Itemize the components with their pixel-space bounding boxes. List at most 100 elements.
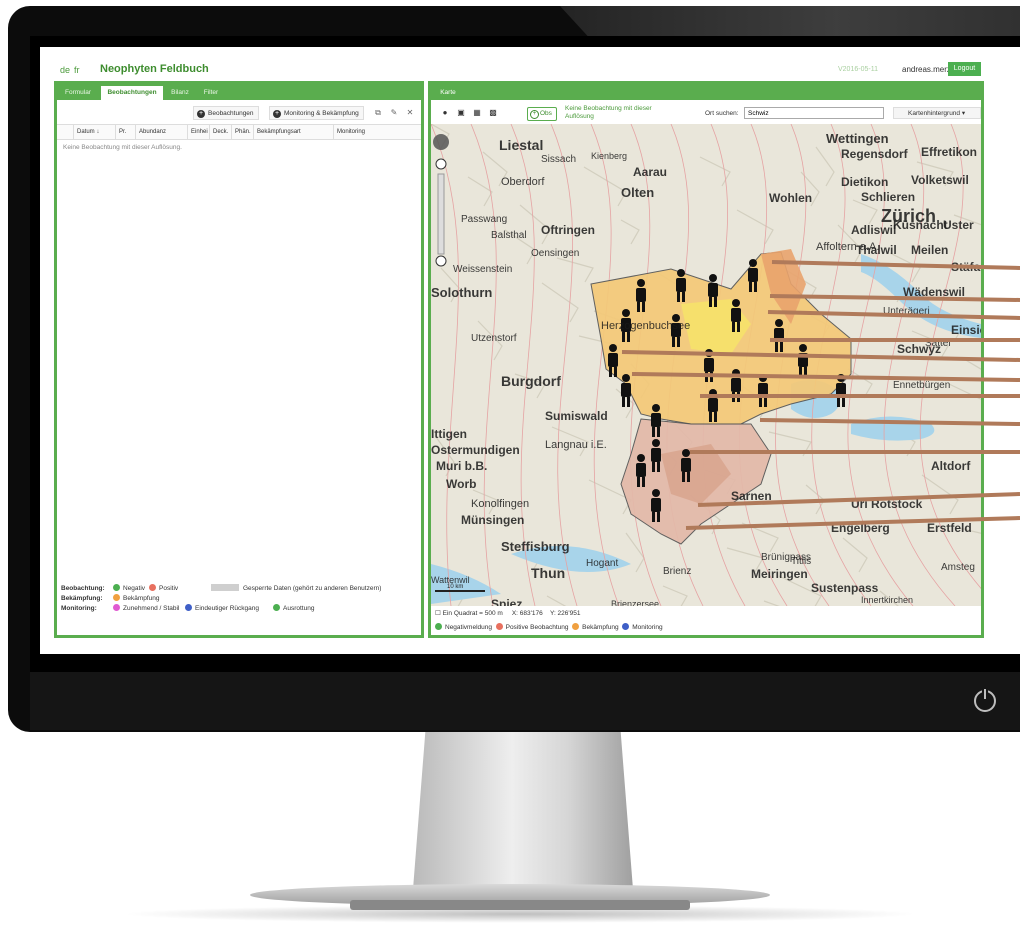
add-observations-button[interactable]: + Beobachtungen [193,106,259,120]
place-search-input[interactable] [744,107,884,119]
person-marker-icon [754,282,757,292]
tab-bilanz[interactable]: Bilanz [165,86,195,100]
map-legend-negativ: Negativmeldung [445,624,492,631]
search-label: Ort suchen: [705,110,739,117]
column-monitoring[interactable]: Monitoring [333,125,421,139]
tab-formular[interactable]: Formular [57,86,99,100]
logout-button[interactable]: Logout [948,62,981,76]
map-place-label: Utzenstorf [471,333,517,344]
plus-icon: + [530,110,539,119]
grid-large-icon[interactable]: ▩ [487,107,499,119]
map-place-label: Sattel [925,338,951,349]
ausrottung-dot-icon [273,604,280,611]
person-marker-icon [732,369,740,377]
person-marker-icon [759,397,762,407]
bekaempfung-dot-icon [572,623,580,630]
map-place-label: Steffisburg [501,539,570,554]
column-phaenologie[interactable]: Phän. [231,125,253,139]
legend-ausrottung-label: Ausrottung [283,605,315,612]
person-marker-icon [687,472,690,482]
person-marker-icon [732,322,735,332]
person-marker-icon [622,397,625,407]
tab-beobachtungen[interactable]: Beobachtungen [101,86,163,100]
lang-fr-link[interactable]: fr [74,65,80,75]
map-place-label: Einsie [951,323,981,337]
map-place-label: Brienz [663,566,691,577]
person-marker-icon [837,397,840,407]
person-marker-icon [780,342,783,352]
image-icon[interactable]: ▣ [455,107,467,119]
map-place-label: Meiringen [751,567,808,581]
person-marker-icon [749,259,757,267]
person-marker-icon [622,332,625,342]
column-abundanz[interactable]: Abundanz [135,125,187,139]
zoom-slider [437,173,445,255]
column-bekaempfungsart[interactable]: Bekämpfungsart [253,125,333,139]
map-place-label: Münsingen [461,513,524,527]
map-place-label: Hogant [586,558,618,569]
person-marker-icon [775,342,778,352]
person-marker-icon [637,302,640,312]
person-marker-icon [836,383,846,397]
map-place-label: Brienzersee [611,599,659,606]
column-einheit[interactable]: Einhei [187,125,209,139]
app-title: Neophyten Feldbuch [100,63,209,75]
monitor-stand-edge [350,900,690,910]
map-place-label: Meilen [911,243,948,257]
legend-positiv: Positiv [149,584,178,594]
map-background-select[interactable]: Kartenhintergrund ▾ [893,107,981,119]
legend-negativ-label: Negativ [123,585,146,592]
map-view[interactable]: 10 km Liestal Sissach Kienberg Aarau Oberdorf… [431,124,981,606]
person-marker-icon [737,392,740,402]
delete-icon[interactable]: ✕ [403,106,417,120]
map-place-label: Ostermundigen [431,443,520,457]
column-deckung[interactable]: Deck. [209,125,231,139]
column-datum[interactable]: Datum ↓ [73,125,115,139]
obs-button[interactable]: + Obs [527,107,557,121]
map-place-label: Langnau i.E. [545,439,607,451]
person-marker-icon [705,372,708,382]
person-marker-icon [636,463,646,477]
person-marker-icon [677,292,680,302]
map-place-label: Wädenswil [903,285,965,299]
map-place-label: Olten [621,185,654,200]
person-marker-icon [775,319,783,327]
lang-de-link[interactable]: de [60,65,70,75]
bekaempfung-dot-icon [113,594,120,601]
person-marker-icon [682,449,690,457]
edit-icon[interactable]: ✎ [387,106,401,120]
person-marker-icon [837,374,845,382]
tab-filter[interactable]: Filter [197,86,225,100]
column-pr[interactable]: Pr. [115,125,135,139]
person-marker-icon [627,332,630,342]
grid-small-icon[interactable]: ▦ [471,107,483,119]
map-place-label: Adliswil [851,223,896,237]
person-marker-icon [704,358,714,372]
zoom-in-icon [435,158,447,170]
map-legend-positiv: Positive Beobachtung [505,624,569,631]
map-tab-strip: Karte [431,84,981,100]
add-monitoring-button[interactable]: + Monitoring & Bekämpfung [269,106,364,120]
map-place-label: Solothurn [431,285,492,300]
person-marker-icon [657,427,660,437]
person-marker-icon [652,512,655,522]
copy-icon[interactable]: ⧉ [371,106,385,120]
power-icon[interactable] [974,689,996,712]
map-place-label: Wettingen [826,131,889,146]
circle-tool-icon[interactable]: ● [439,107,451,119]
person-marker-icon [709,412,712,422]
user-name: andreas.merz [902,65,951,74]
legend-zunehmend-label: Zunehmend / Stabil [123,605,180,612]
grid-checkbox[interactable]: ☐ [435,610,441,617]
person-marker-icon [614,367,617,377]
map-place-label: Sumiswald [545,409,608,423]
map-canvas[interactable]: 10 kmLiestalSissach KienbergAarauOberdorf… [431,124,981,606]
person-marker-icon [709,297,712,307]
map-panel: Karte ● ▣ ▦ ▩ + Obs Keine Beobachtung mit… [428,81,984,638]
tab-karte[interactable]: Karte [433,86,463,100]
legend-negativ: Negativ [113,584,145,594]
map-toolbar: ● ▣ ▦ ▩ + Obs Keine Beobachtung mit diese… [431,102,981,124]
column-select[interactable] [57,125,73,139]
person-marker-icon [651,413,661,427]
map-place-label: Spiez [491,597,522,606]
